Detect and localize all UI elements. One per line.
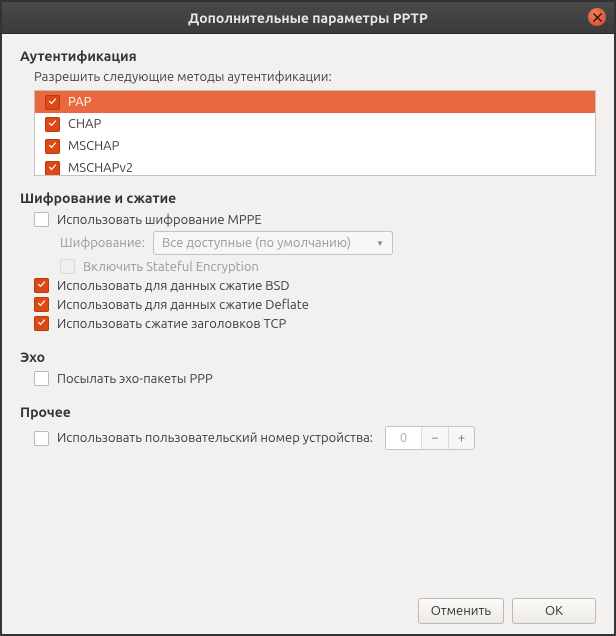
deflate-row[interactable]: Использовать для данных сжатие Deflate bbox=[34, 297, 596, 312]
misc-section-title: Прочее bbox=[20, 404, 596, 420]
auth-item-mschapv2[interactable]: MSCHAPv2 bbox=[35, 157, 595, 176]
auth-item-chap[interactable]: CHAP bbox=[35, 113, 595, 135]
auth-mschap-checkbox[interactable] bbox=[45, 139, 60, 154]
dialog-buttons: Отменить ОК bbox=[20, 592, 596, 624]
tcp-label: Использовать сжатие заголовков TCP bbox=[57, 317, 286, 331]
bsd-checkbox[interactable] bbox=[34, 278, 49, 293]
auth-item-mschap[interactable]: MSCHAP bbox=[35, 135, 595, 157]
bsd-row[interactable]: Использовать для данных сжатие BSD bbox=[34, 278, 596, 293]
auth-item-label: MSCHAPv2 bbox=[68, 161, 133, 175]
tcp-checkbox[interactable] bbox=[34, 316, 49, 331]
cancel-button[interactable]: Отменить bbox=[418, 598, 504, 624]
auth-item-label: MSCHAP bbox=[68, 139, 119, 153]
encryption-section: Шифрование и сжатие Использовать шифрова… bbox=[20, 190, 596, 335]
window-title: Дополнительные параметры PPTP bbox=[188, 10, 428, 26]
stateful-checkbox bbox=[60, 259, 75, 274]
auth-section: Аутентификация Разрешить следующие метод… bbox=[20, 48, 596, 176]
ok-button[interactable]: ОК bbox=[512, 598, 596, 624]
unit-spinner: 0 − + bbox=[385, 426, 475, 450]
auth-chap-checkbox[interactable] bbox=[45, 117, 60, 132]
auth-item-label: CHAP bbox=[68, 117, 101, 131]
mppe-row[interactable]: Использовать шифрование MPPE bbox=[34, 212, 596, 227]
unit-label: Использовать пользовательский номер устр… bbox=[57, 431, 373, 445]
deflate-label: Использовать для данных сжатие Deflate bbox=[57, 298, 309, 312]
echo-label: Посылать эхо-пакеты PPP bbox=[57, 372, 213, 386]
unit-minus-button: − bbox=[422, 427, 448, 449]
auth-item-pap[interactable]: PAP bbox=[35, 91, 595, 113]
echo-section-title: Эхо bbox=[20, 349, 596, 365]
close-button[interactable] bbox=[588, 8, 606, 26]
mppe-checkbox[interactable] bbox=[34, 212, 49, 227]
unit-row[interactable]: Использовать пользовательский номер устр… bbox=[34, 426, 596, 450]
encryption-section-title: Шифрование и сжатие bbox=[20, 190, 596, 206]
unit-plus-button: + bbox=[448, 427, 474, 449]
bsd-label: Использовать для данных сжатие BSD bbox=[57, 279, 290, 293]
security-dropdown: Все доступные (по умолчанию) ▼ bbox=[153, 231, 393, 255]
window-titlebar: Дополнительные параметры PPTP bbox=[2, 2, 614, 34]
echo-row[interactable]: Посылать эхо-пакеты PPP bbox=[34, 371, 596, 386]
deflate-checkbox[interactable] bbox=[34, 297, 49, 312]
unit-checkbox[interactable] bbox=[34, 431, 49, 446]
auth-item-label: PAP bbox=[68, 95, 91, 109]
auth-pap-checkbox[interactable] bbox=[45, 95, 60, 110]
auth-hint: Разрешить следующие методы аутентификаци… bbox=[34, 70, 596, 84]
echo-section: Эхо Посылать эхо-пакеты PPP bbox=[20, 349, 596, 390]
close-icon bbox=[593, 13, 602, 22]
auth-methods-list[interactable]: PAP CHAP MSCHAP MSCHAPv2 bbox=[34, 90, 596, 176]
unit-value: 0 bbox=[386, 427, 422, 449]
auth-mschapv2-checkbox[interactable] bbox=[45, 161, 60, 176]
dropdown-value: Все доступные (по умолчанию) bbox=[162, 236, 351, 250]
chevron-down-icon: ▼ bbox=[376, 239, 384, 248]
mppe-label: Использовать шифрование MPPE bbox=[57, 213, 262, 227]
stateful-label: Включить Stateful Encryption bbox=[83, 260, 259, 274]
security-label: Шифрование: bbox=[60, 236, 145, 250]
echo-checkbox[interactable] bbox=[34, 371, 49, 386]
tcp-row[interactable]: Использовать сжатие заголовков TCP bbox=[34, 316, 596, 331]
misc-section: Прочее Использовать пользовательский ном… bbox=[20, 404, 596, 454]
auth-section-title: Аутентификация bbox=[20, 48, 596, 64]
